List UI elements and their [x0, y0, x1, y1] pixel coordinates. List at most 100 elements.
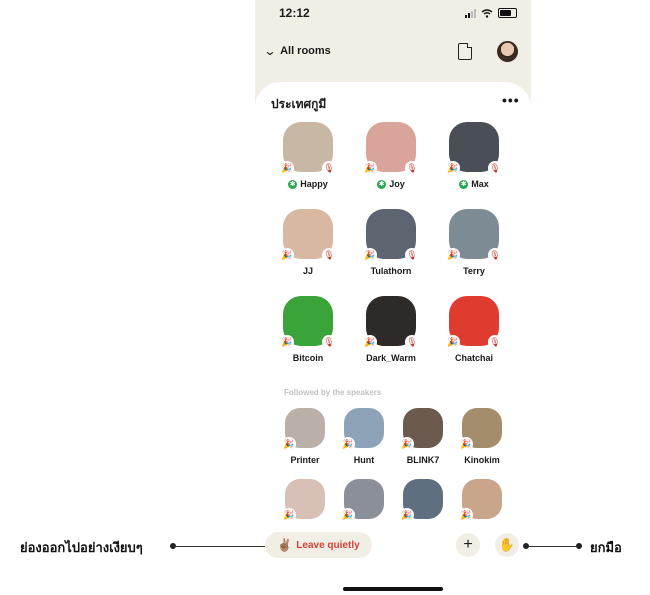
listener-avatar: 🎉 [341, 479, 384, 522]
speaker-avatar: 🎉 🎙 [280, 296, 336, 349]
party-popper-icon: 🎉 [280, 161, 294, 175]
speaker-tile[interactable]: 🎉 🎙 Terry [439, 209, 509, 276]
speaker-tile[interactable]: 🎉 🎙 Tulathorn [356, 209, 426, 276]
status-bar: 12:12 [255, 0, 531, 28]
party-popper-icon: 🎉 [282, 437, 296, 451]
speaker-name-text: Chatchai [454, 353, 493, 363]
listener-tile[interactable]: 🎉 [393, 479, 453, 526]
mic-muted-icon: 🎙 [488, 248, 502, 262]
profile-avatar[interactable] [497, 41, 518, 62]
listener-tile[interactable]: 🎉 [334, 479, 394, 526]
party-popper-icon: 🎉 [280, 335, 294, 349]
top-bar: ⌄ All rooms [255, 38, 531, 68]
mic-muted-icon: 🎙 [322, 335, 336, 349]
speaker-tile[interactable]: 🎉 🎙 Dark_Warm [356, 296, 426, 363]
speaker-name-text: Tulathorn [370, 266, 412, 276]
mic-muted-icon: 🎙 [322, 248, 336, 262]
listener-name: Printer [290, 455, 320, 465]
listener-tile[interactable]: 🎉 Printer [275, 408, 335, 465]
speaker-name: Chatchai [439, 353, 509, 363]
speaker-tile[interactable]: 🎉 🎙 ✱ Max [439, 122, 509, 189]
speaker-name: ✱ Joy [356, 179, 426, 189]
speaker-name-text: Joy [389, 179, 405, 189]
mic-muted-icon: 🎙 [488, 335, 502, 349]
listener-tile[interactable]: 🎉 [275, 479, 335, 526]
speaker-name-text: Bitcoin [292, 353, 324, 363]
party-popper-icon: 🎉 [459, 437, 473, 451]
listener-avatar: 🎉 [282, 479, 325, 522]
callout-hand-line [526, 546, 578, 547]
mic-muted-icon: 🎙 [405, 248, 419, 262]
speaker-avatar: 🎉 🎙 [280, 122, 336, 175]
chevron-down-icon: ⌄ [263, 44, 277, 58]
all-rooms-button[interactable]: ⌄ All rooms [263, 44, 331, 58]
mic-muted-icon: 🎙 [405, 161, 419, 175]
room-title: ประเทศกูมี [271, 97, 327, 111]
listener-name: Kinokim [464, 455, 500, 465]
moderator-badge-icon: ✱ [377, 179, 387, 189]
speaker-name: Terry [439, 266, 509, 276]
raise-hand-button[interactable]: ✋ [495, 533, 519, 557]
status-time: 12:12 [279, 6, 310, 20]
listener-tile[interactable]: 🎉 Hunt [334, 408, 394, 465]
listener-name: BLINK7 [406, 455, 440, 465]
room-sheet: ประเทศกูมี ••• 🎉 🎙 ✱ Happy 🎉 🎙 ✱ Joy 🎉 🎙 ✱ Max 🎉 🎙 JJ 🎉… [255, 82, 531, 595]
callout-raise-hand-text: ยกมือ [590, 541, 622, 556]
battery-icon [498, 8, 517, 18]
speaker-name-text: Max [471, 179, 489, 189]
callout-leave-line [173, 546, 265, 547]
mic-muted-icon: 🎙 [488, 161, 502, 175]
status-icons [465, 8, 517, 18]
wifi-icon [481, 8, 493, 18]
leave-quietly-button[interactable]: ✌🏽 Leave quietly [265, 532, 372, 558]
listener-avatar: 🎉 [341, 408, 384, 451]
listener-tile[interactable]: 🎉 BLINK7 [393, 408, 453, 465]
all-rooms-label: All rooms [280, 45, 331, 57]
speaker-name-text: Happy [300, 179, 328, 189]
speaker-name-text: JJ [302, 266, 313, 276]
speaker-avatar: 🎉 🎙 [280, 209, 336, 262]
speaker-avatar: 🎉 🎙 [363, 122, 419, 175]
party-popper-icon: 🎉 [363, 161, 377, 175]
party-popper-icon: 🎉 [341, 437, 355, 451]
speaker-avatar: 🎉 🎙 [363, 209, 419, 262]
speaker-tile[interactable]: 🎉 🎙 ✱ Happy [273, 122, 343, 189]
listener-tile[interactable]: 🎉 [452, 479, 512, 526]
speaker-tile[interactable]: 🎉 🎙 JJ [273, 209, 343, 276]
party-popper-icon: 🎉 [363, 248, 377, 262]
speaker-tile[interactable]: 🎉 🎙 Bitcoin [273, 296, 343, 363]
listener-avatar: 🎉 [400, 479, 443, 522]
speaker-tile[interactable]: 🎉 🎙 ✱ Joy [356, 122, 426, 189]
speaker-name-text: Dark_Warm [366, 353, 416, 363]
party-popper-icon: 🎉 [400, 437, 414, 451]
leave-quietly-label: Leave quietly [296, 539, 360, 551]
document-icon[interactable] [458, 43, 472, 60]
speaker-avatar: 🎉 🎙 [446, 209, 502, 262]
moderator-badge-icon: ✱ [288, 179, 298, 189]
listener-tile[interactable]: 🎉 Kinokim [452, 408, 512, 465]
speaker-avatar: 🎉 🎙 [446, 296, 502, 349]
party-popper-icon: 🎉 [363, 335, 377, 349]
speaker-tile[interactable]: 🎉 🎙 Chatchai [439, 296, 509, 363]
followed-by-speakers-label: Followed by the speakers [284, 388, 382, 397]
party-popper-icon: 🎉 [282, 508, 296, 522]
callout-leave-quietly-text: ย่องออกไปอย่างเงียบๆ [20, 541, 143, 556]
party-popper-icon: 🎉 [400, 508, 414, 522]
home-indicator [343, 587, 443, 591]
more-options-button[interactable]: ••• [502, 92, 520, 108]
add-button[interactable]: + [456, 533, 480, 557]
speaker-name-text: Terry [463, 266, 485, 276]
bottom-bar: ✌🏽 Leave quietly + ✋ [255, 526, 531, 562]
listener-avatar: 🎉 [282, 408, 325, 451]
speaker-name: JJ [273, 266, 343, 276]
mic-muted-icon: 🎙 [322, 161, 336, 175]
speaker-avatar: 🎉 🎙 [446, 122, 502, 175]
party-popper-icon: 🎉 [280, 248, 294, 262]
listener-avatar: 🎉 [400, 408, 443, 451]
speaker-name: ✱ Happy [273, 179, 343, 189]
listener-avatar: 🎉 [459, 408, 502, 451]
listener-avatar: 🎉 [459, 479, 502, 522]
speaker-avatar: 🎉 🎙 [363, 296, 419, 349]
phone-screen: 12:12 ⌄ All rooms ประเทศกูมี ••• 🎉 🎙 ✱ Happ… [255, 0, 531, 595]
listener-name: Hunt [353, 455, 375, 465]
